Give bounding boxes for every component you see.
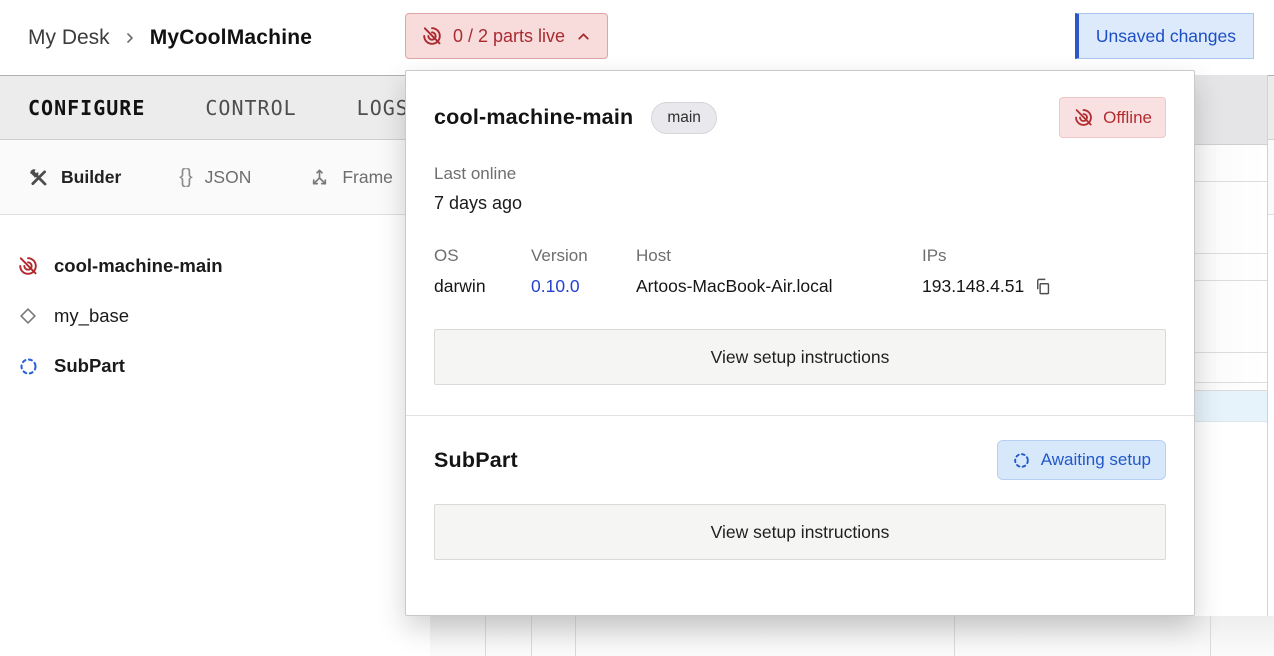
tree-item-label: SubPart xyxy=(54,355,125,377)
sub-part-header: SubPart Awaiting setup xyxy=(434,440,1166,480)
background-divider xyxy=(1210,616,1211,656)
offline-icon xyxy=(17,255,39,277)
background-divider xyxy=(485,616,486,656)
tab-logs[interactable]: LOGS xyxy=(357,96,409,120)
chevron-right-icon xyxy=(122,30,138,46)
offline-status-badge: Offline xyxy=(1059,97,1166,138)
breadcrumb-root-link[interactable]: My Desk xyxy=(28,26,110,50)
tab-control[interactable]: CONTROL xyxy=(205,96,296,120)
ips-label: IPs xyxy=(922,246,1156,266)
mode-json[interactable]: {} JSON xyxy=(179,166,251,189)
tree-item-label: cool-machine-main xyxy=(54,255,223,277)
awaiting-setup-label: Awaiting setup xyxy=(1041,450,1151,470)
host-label: Host xyxy=(636,246,912,266)
view-setup-instructions-button[interactable]: View setup instructions xyxy=(434,329,1166,385)
host-column: Host Artoos-MacBook-Air.local xyxy=(636,246,922,297)
offline-status-label: Offline xyxy=(1103,108,1152,128)
ip-value: 193.148.4.51 xyxy=(922,276,1024,297)
machine-name-title: MyCoolMachine xyxy=(150,26,312,50)
copy-ip-button[interactable] xyxy=(1033,277,1052,296)
last-online-label: Last online xyxy=(434,164,1166,184)
background-divider xyxy=(575,616,576,656)
mode-frame-label: Frame xyxy=(342,167,393,188)
unsaved-changes-button[interactable]: Unsaved changes xyxy=(1075,13,1254,59)
sub-part-name: SubPart xyxy=(434,448,518,473)
mode-builder[interactable]: Builder xyxy=(28,167,121,188)
app-header: My Desk MyCoolMachine 0 / 2 parts live U… xyxy=(0,0,1274,75)
awaiting-setup-badge: Awaiting setup xyxy=(997,440,1166,480)
axes-icon xyxy=(309,167,330,188)
view-setup-instructions-button[interactable]: View setup instructions xyxy=(434,504,1166,560)
os-value: darwin xyxy=(434,276,521,297)
copy-icon xyxy=(1033,277,1052,296)
parts-status-panel: cool-machine-main main Offline Last onli… xyxy=(405,70,1195,616)
chevron-up-icon xyxy=(575,28,592,45)
tools-icon xyxy=(28,167,49,188)
diamond-icon xyxy=(17,305,39,327)
host-value: Artoos-MacBook-Air.local xyxy=(636,276,912,297)
dashed-circle-icon xyxy=(17,355,39,377)
parts-live-label: 0 / 2 parts live xyxy=(453,26,565,47)
tree-item-label: my_base xyxy=(54,305,129,327)
background-divider xyxy=(531,616,532,656)
main-part-name: cool-machine-main xyxy=(434,105,633,130)
last-online-value: 7 days ago xyxy=(434,193,1166,214)
offline-icon xyxy=(421,25,443,47)
unsaved-changes-label: Unsaved changes xyxy=(1096,26,1236,47)
tab-configure[interactable]: CONFIGURE xyxy=(28,96,145,120)
os-column: OS darwin xyxy=(434,246,531,297)
version-label: Version xyxy=(531,246,626,266)
parts-live-status-dropdown[interactable]: 0 / 2 parts live xyxy=(405,13,608,59)
main-part-header: cool-machine-main main Offline xyxy=(434,97,1166,138)
dashed-circle-icon xyxy=(1012,451,1031,470)
mode-frame[interactable]: Frame xyxy=(309,167,393,188)
os-label: OS xyxy=(434,246,521,266)
version-link[interactable]: 0.10.0 xyxy=(531,276,580,297)
offline-icon xyxy=(1073,107,1094,128)
part-info-columns: OS darwin Version 0.10.0 Host Artoos-Mac… xyxy=(434,246,1166,297)
mode-builder-label: Builder xyxy=(61,167,121,188)
main-part-tag-pill: main xyxy=(651,102,717,134)
panel-divider xyxy=(406,415,1194,416)
ips-column: IPs 193.148.4.51 xyxy=(922,246,1166,297)
mode-json-label: JSON xyxy=(205,167,252,188)
breadcrumb: My Desk MyCoolMachine xyxy=(28,0,312,75)
background-content-strip xyxy=(430,616,1274,656)
braces-icon: {} xyxy=(179,166,192,189)
background-divider xyxy=(954,616,955,656)
version-column: Version 0.10.0 xyxy=(531,246,636,297)
